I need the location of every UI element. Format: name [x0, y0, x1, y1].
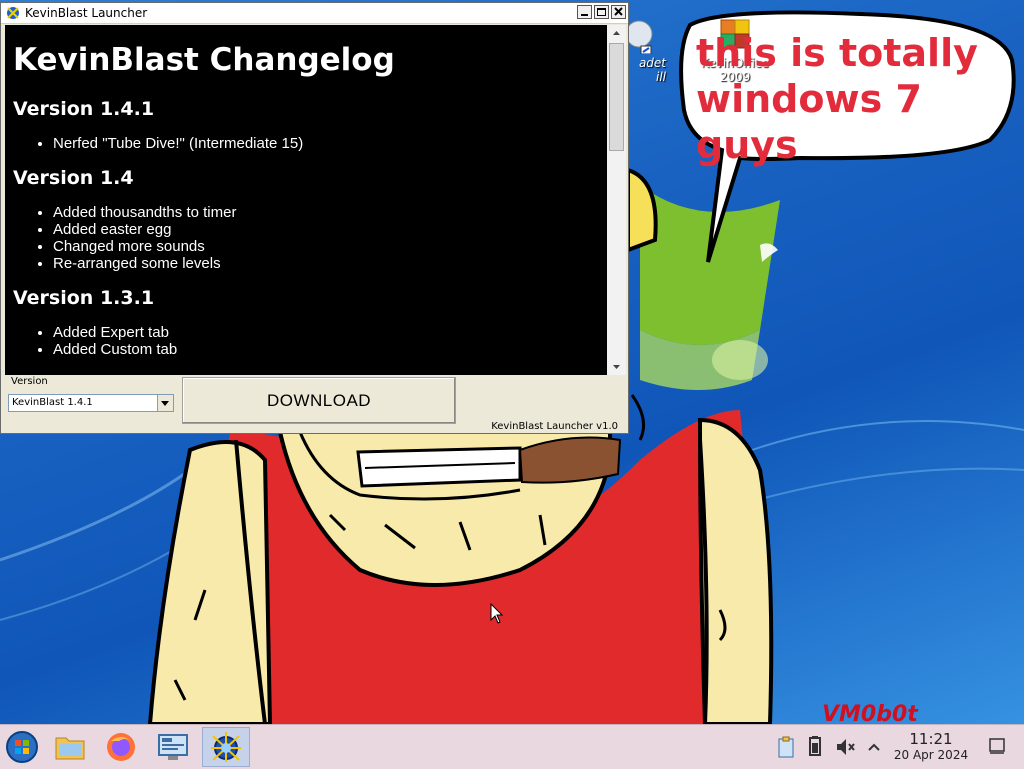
- show-desktop-button[interactable]: [988, 737, 1006, 755]
- version-select[interactable]: KevinBlast 1.4.1: [8, 394, 174, 412]
- minimize-button[interactable]: [577, 5, 592, 19]
- taskbar-firefox[interactable]: [99, 727, 143, 767]
- close-icon: [614, 7, 623, 16]
- launcher-controls: Version KevinBlast 1.4.1 DOWNLOAD KevinB…: [1, 375, 628, 433]
- changelog-scrollbar[interactable]: [607, 25, 626, 375]
- close-button[interactable]: [611, 5, 626, 19]
- speech-bubble-text: this is totally windows 7 guys: [696, 31, 978, 167]
- clock[interactable]: 11:21 20 Apr 2024: [890, 730, 972, 763]
- changelog-item: Added Expert tab: [53, 324, 599, 341]
- taskbar-kevinblast[interactable]: [202, 727, 250, 767]
- control-panel-icon: [158, 734, 188, 760]
- changelog-item: Added easter egg: [53, 221, 599, 238]
- taskbar-file-manager[interactable]: [48, 727, 92, 767]
- start-button[interactable]: [0, 727, 44, 767]
- changelog-list: Nerfed "Tube Dive!" (Intermediate 15): [13, 135, 599, 152]
- version-heading: Version 1.4.1: [13, 98, 155, 120]
- version-heading: Version 1.3.1: [13, 287, 155, 309]
- changelog-heading: KevinBlast Changelog: [13, 42, 395, 78]
- clipboard-icon[interactable]: [776, 735, 796, 759]
- file-manager-icon: [55, 737, 85, 760]
- version-select-value: KevinBlast 1.4.1: [12, 397, 93, 408]
- changelog-item: Added Custom tab: [53, 341, 599, 358]
- start-orb-icon: [6, 731, 38, 763]
- clock-time: 11:21: [909, 730, 953, 748]
- kevinblast-app-icon: [7, 7, 19, 19]
- maximize-icon: [597, 8, 606, 16]
- launcher-version-text: KevinBlast Launcher v1.0: [491, 421, 618, 432]
- scroll-up-arrow-icon[interactable]: [609, 26, 624, 40]
- changelog-item: Nerfed "Tube Dive!" (Intermediate 15): [53, 135, 599, 152]
- minimize-icon: [581, 14, 588, 16]
- version-heading: Version 1.4: [13, 167, 134, 189]
- volume-muted-icon[interactable]: [834, 735, 856, 759]
- window-title: KevinBlast Launcher: [25, 6, 148, 20]
- firefox-icon: [107, 733, 135, 761]
- taskbar: 11:21 20 Apr 2024: [0, 724, 1024, 769]
- window-controls: [577, 5, 626, 19]
- changelog-item: Re-arranged some levels: [53, 255, 599, 272]
- changelog-view[interactable]: KevinBlast Changelog Version 1.4.1 Nerfe…: [5, 25, 607, 375]
- scroll-down-arrow-icon[interactable]: [609, 360, 624, 374]
- mouse-cursor-icon: [490, 603, 504, 624]
- kevinblast-icon: [211, 732, 241, 762]
- taskbar-control-panel[interactable]: [151, 727, 195, 767]
- download-button[interactable]: DOWNLOAD: [182, 377, 456, 424]
- scrollbar-thumb[interactable]: [609, 43, 624, 151]
- changelog-list: Added Expert tab Added Custom tab: [13, 324, 599, 358]
- chevron-up-icon[interactable]: [866, 735, 882, 759]
- version-label: Version: [11, 376, 48, 387]
- launcher-window: KevinBlast Launcher KevinBlast Changelog…: [0, 2, 629, 434]
- title-bar[interactable]: KevinBlast Launcher: [1, 3, 628, 24]
- changelog-list: Added thousandths to timer Added easter …: [13, 204, 599, 272]
- battery-icon[interactable]: [806, 735, 824, 759]
- notification-icon: [989, 738, 1005, 754]
- system-tray: [776, 725, 882, 769]
- dropdown-arrow-icon[interactable]: [157, 395, 173, 411]
- changelog-item: Changed more sounds: [53, 238, 599, 255]
- changelog-item: Added thousandths to timer: [53, 204, 599, 221]
- maximize-button[interactable]: [594, 5, 609, 19]
- clock-date: 20 Apr 2024: [893, 748, 969, 762]
